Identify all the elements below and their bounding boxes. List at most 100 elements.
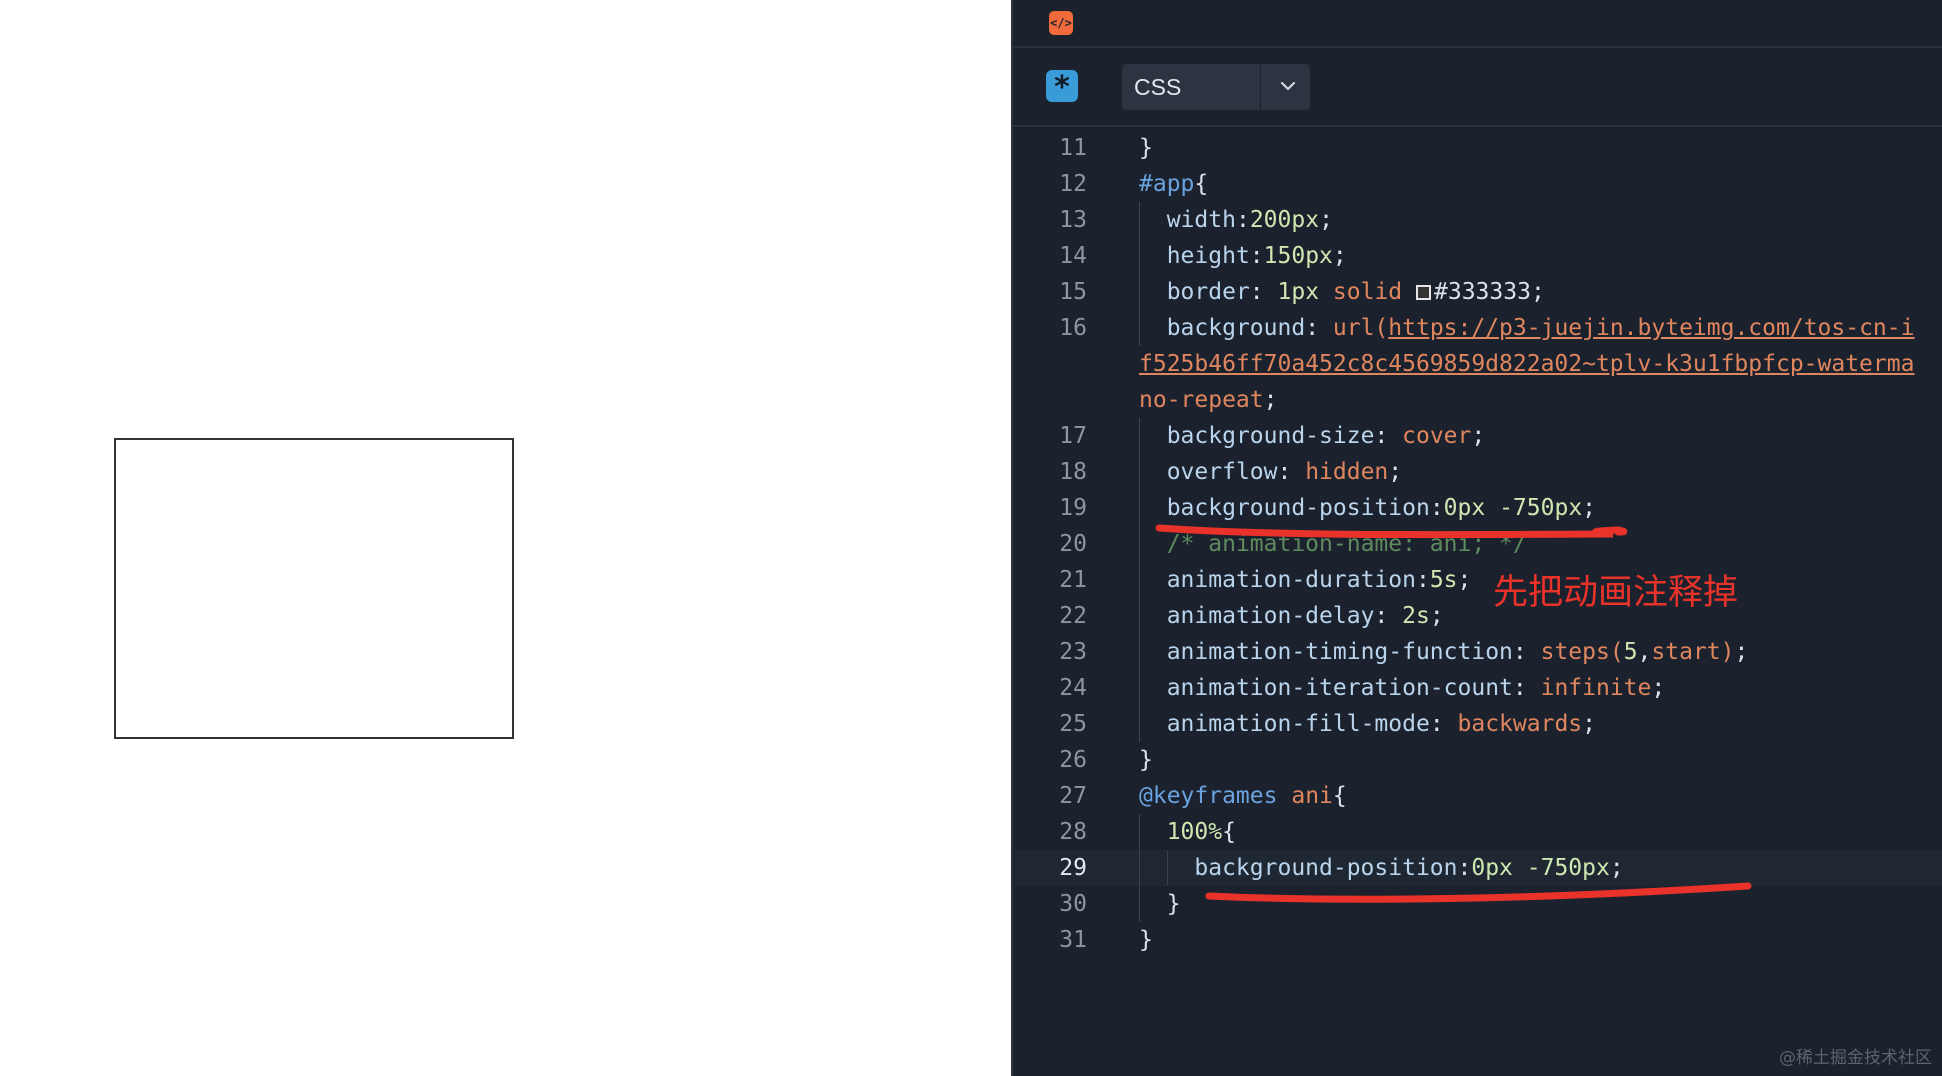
editor-toolbar: * CSS — [1013, 48, 1942, 127]
code-line[interactable]: 13 width:200px; — [1013, 202, 1942, 238]
code-text: no-repeat; — [1139, 382, 1277, 418]
code-icon[interactable]: </> — [1049, 11, 1073, 35]
code-token: hidden — [1305, 459, 1389, 485]
code-text: } — [1139, 742, 1153, 778]
code-text: background: url(https://p3-juejin.byteim… — [1139, 310, 1915, 346]
code-text: background-size: cover; — [1139, 418, 1486, 454]
code-token: 5 — [1623, 639, 1638, 665]
watermark: @稀土掘金技术社区 — [1779, 1048, 1932, 1068]
code-line[interactable]: 29 background-position:0px -750px; — [1013, 850, 1942, 886]
code-line[interactable]: 20 /* animation-name: ani; */ — [1013, 526, 1942, 562]
code-text: animation-fill-mode: backwards; — [1139, 706, 1596, 742]
code-line[interactable]: 18 overflow: hidden; — [1013, 454, 1942, 490]
line-number: 26 — [1059, 747, 1087, 773]
code-line[interactable]: 24 animation-iteration-count: infinite; — [1013, 670, 1942, 706]
code-token: border — [1166, 279, 1250, 305]
code-token: : — [1429, 711, 1458, 737]
code-text: animation-delay: 2s; — [1139, 598, 1444, 634]
line-number: 28 — [1059, 819, 1087, 845]
code-line[interactable]: 31} — [1013, 922, 1942, 958]
code-line[interactable]: 19 background-position:0px -750px; — [1013, 490, 1942, 526]
code-token: : — [1457, 855, 1472, 881]
code-text: border: 1px solid #333333; — [1139, 274, 1545, 310]
code-token: 150px — [1263, 243, 1333, 269]
code-line[interactable]: 12 #app{ — [1013, 166, 1942, 202]
code-token: ; — [1332, 243, 1347, 269]
line-number: 25 — [1059, 711, 1087, 737]
line-number: 23 — [1059, 639, 1087, 665]
code-token: : — [1249, 279, 1278, 305]
code-line[interactable]: 16 background: url(https://p3-juejin.byt… — [1013, 310, 1942, 346]
code-token: ; — [1319, 207, 1333, 233]
code-line[interactable]: 17 background-size: cover; — [1013, 418, 1942, 454]
asterisk-icon[interactable]: * — [1046, 70, 1078, 105]
language-select[interactable]: CSS — [1122, 64, 1310, 110]
line-number: 18 — [1059, 459, 1087, 485]
code-token: 5s — [1429, 567, 1458, 593]
code-text: background-position:0px -750px; — [1139, 850, 1623, 886]
code-token: ; — [1582, 495, 1597, 521]
code-line[interactable]: 25 animation-fill-mode: backwards; — [1013, 706, 1942, 742]
code-text: overflow: hidden; — [1139, 454, 1402, 490]
code-text: height:150px; — [1139, 238, 1347, 274]
code-line[interactable]: 27 @keyframes ani{ — [1013, 778, 1942, 814]
annotation-text: 先把动画注释掉 — [1493, 573, 1739, 613]
code-line[interactable]: 23 animation-timing-function: steps(5,st… — [1013, 634, 1942, 670]
code-token: 100% — [1166, 819, 1223, 845]
code-text: #app{ — [1139, 166, 1208, 202]
code-token: #app — [1139, 171, 1195, 197]
code-token: overflow — [1166, 459, 1278, 485]
code-line[interactable]: 26} — [1013, 742, 1942, 778]
code-token: ; — [1457, 567, 1472, 593]
code-token: infinite — [1540, 675, 1652, 701]
code-token: @keyframes — [1139, 783, 1278, 809]
code-line[interactable]: 30 } — [1013, 886, 1942, 922]
code-text: background-position:0px -750px; — [1139, 490, 1596, 526]
code-token: -750px — [1499, 495, 1583, 521]
code-token: solid — [1332, 279, 1403, 305]
code-token: ; — [1582, 711, 1596, 737]
code-token: f525b46ff70a452c8c4569859d822a02~tplv-k3… — [1139, 351, 1915, 377]
line-number: 17 — [1059, 423, 1087, 449]
code-line[interactable]: 15 border: 1px solid #333333; — [1013, 274, 1942, 310]
code-token: : — [1374, 603, 1403, 629]
code-text: /* animation-name: ani; */ — [1139, 526, 1527, 562]
code-token: background-position — [1166, 495, 1430, 521]
line-number: 29 — [1059, 855, 1087, 881]
code-line[interactable]: 22 animation-delay: 2s; — [1013, 598, 1942, 634]
line-number: 24 — [1059, 675, 1087, 701]
code-token: } — [1166, 891, 1181, 917]
code-token: , — [1637, 639, 1652, 665]
code-text: width:200px; — [1139, 202, 1333, 238]
code-line-wrap[interactable]: no-repeat; — [1013, 382, 1942, 418]
line-number: 20 — [1059, 531, 1087, 557]
code-text: f525b46ff70a452c8c4569859d822a02~tplv-k3… — [1139, 346, 1914, 382]
code-token: start — [1651, 639, 1721, 665]
code-token: ; — [1388, 459, 1403, 485]
code-token: ani — [1291, 783, 1333, 809]
code-token: backwards — [1457, 711, 1583, 737]
code-token: animation-duration — [1166, 567, 1416, 593]
line-number: 27 — [1059, 783, 1087, 809]
code-text: animation-iteration-count: infinite; — [1139, 670, 1666, 706]
code-line[interactable]: 28 100%{ — [1013, 814, 1942, 850]
line-number: 19 — [1059, 495, 1087, 521]
code-token: -750px — [1526, 855, 1610, 881]
code-line-wrap[interactable]: f525b46ff70a452c8c4569859d822a02~tplv-k3… — [1013, 346, 1942, 382]
code-token: : — [1415, 567, 1430, 593]
code-line[interactable]: 21 animation-duration:5s; — [1013, 562, 1942, 598]
color-swatch[interactable] — [1416, 285, 1432, 300]
code-area[interactable]: 11} 12 #app{13 width:200px; 14 height:150px… — [1013, 130, 1942, 1050]
code-line[interactable]: 14 height:150px; — [1013, 238, 1942, 274]
code-line[interactable]: 11} — [1013, 130, 1942, 166]
